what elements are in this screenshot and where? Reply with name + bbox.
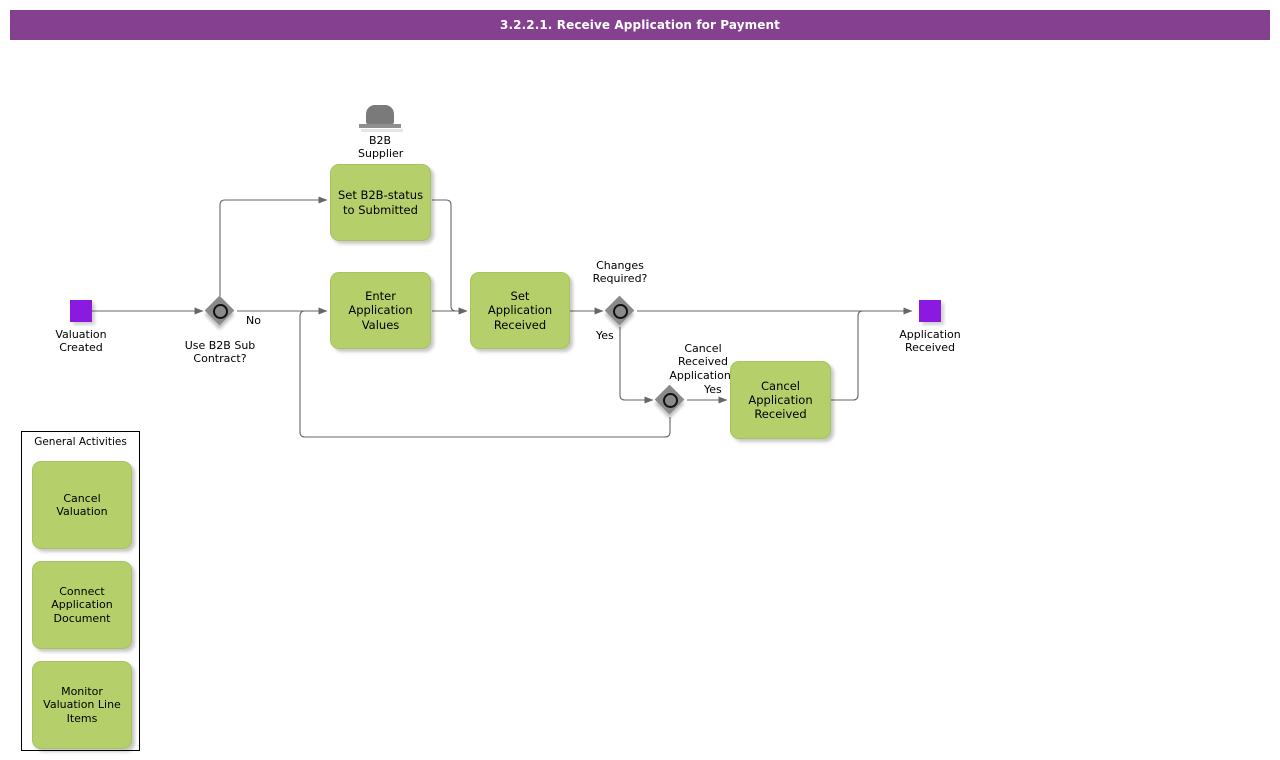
flow-label-yes-cancel: Yes xyxy=(704,383,722,396)
task-set-b2b-status-to-submitted[interactable]: Set B2B-status to Submitted xyxy=(330,164,431,241)
general-activities-title: General Activities xyxy=(34,436,127,448)
task-set-application-received[interactable]: Set Application Received xyxy=(470,272,570,349)
general-activity-label: Connect Application Document xyxy=(51,584,113,625)
task-label: Cancel Application Received xyxy=(748,378,813,421)
gateway-inclusive-ring-icon xyxy=(213,304,228,319)
task-label: Set B2B-status to Submitted xyxy=(337,188,424,217)
gateway-changes-required-label: Changes Required? xyxy=(592,259,648,286)
task-cancel-application-received[interactable]: Cancel Application Received xyxy=(730,361,831,439)
gateway-inclusive-ring-icon xyxy=(663,393,678,408)
system-participant-icon xyxy=(359,105,403,133)
flow-gateway1-to-set-b2b-status xyxy=(219,196,328,296)
gateway-use-b2b-sub-contract-label: Use B2B Sub Contract? xyxy=(184,339,256,366)
general-activities-panel: General Activities Cancel Valuation Conn… xyxy=(21,431,140,751)
participant-label: B2B Supplier xyxy=(358,134,404,161)
end-event-label: Application Received xyxy=(899,328,961,355)
gateway-inclusive-ring-icon xyxy=(613,304,628,319)
flow-cancel-application-received-to-end xyxy=(831,310,912,401)
flow-set-b2b-status-to-set-application-received xyxy=(432,199,468,315)
start-event-valuation-created[interactable] xyxy=(70,300,92,322)
flow-label-yes-changes: Yes xyxy=(596,329,614,342)
general-activity-connect-application-document[interactable]: Connect Application Document xyxy=(32,561,132,649)
task-label: Set Application Received xyxy=(487,289,553,332)
general-activity-monitor-valuation-line-items[interactable]: Monitor Valuation Line Items xyxy=(32,661,132,749)
general-activity-label: Monitor Valuation Line Items xyxy=(43,684,121,725)
gateway-changes-required[interactable] xyxy=(604,295,635,326)
gateway-use-b2b-sub-contract[interactable] xyxy=(204,295,235,326)
general-activity-cancel-valuation[interactable]: Cancel Valuation xyxy=(32,461,132,549)
diagram-canvas: B2B Supplier Valuation Created Use B2B S… xyxy=(0,0,1280,760)
start-event-label: Valuation Created xyxy=(55,328,107,355)
general-activity-label: Cancel Valuation xyxy=(56,491,108,518)
flow-label-no-b2b: No xyxy=(246,314,261,327)
task-label: Enter Application Values xyxy=(348,289,413,332)
end-event-application-received[interactable] xyxy=(919,300,941,322)
gateway-cancel-received-application[interactable] xyxy=(654,384,685,415)
participant-b2b-supplier: B2B Supplier xyxy=(358,105,404,161)
task-enter-application-values[interactable]: Enter Application Values xyxy=(330,272,431,349)
